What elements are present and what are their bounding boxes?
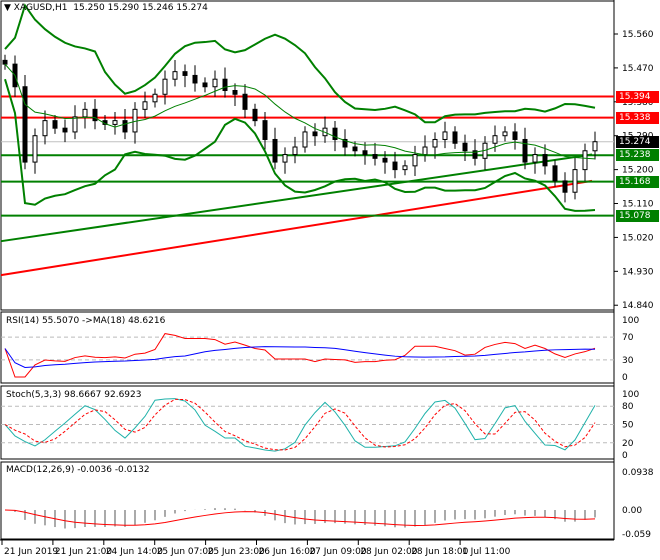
candle-body bbox=[552, 165, 558, 182]
candle-body bbox=[352, 146, 358, 152]
bollinger-lower bbox=[4, 78, 596, 212]
rsi-line bbox=[4, 333, 596, 378]
candle-body bbox=[82, 108, 88, 118]
stoch-axis-label: 0 bbox=[622, 451, 628, 461]
candle-body bbox=[272, 138, 278, 163]
collapse-triangle-icon[interactable]: ▼ bbox=[4, 3, 14, 13]
candle-body bbox=[162, 78, 168, 95]
time-tick-label: 1 Jul 11:00 bbox=[462, 547, 511, 557]
candle-body bbox=[572, 169, 578, 193]
candle-body bbox=[222, 78, 228, 92]
ohlc-values: 15.250 15.290 15.246 15.274 bbox=[73, 3, 208, 13]
candle-body bbox=[112, 120, 118, 125]
rsi-axis-label: 0 bbox=[622, 373, 628, 383]
candle-body bbox=[22, 86, 28, 163]
candle-body bbox=[292, 146, 298, 156]
time-tick-label: 27 Jun 09:00 bbox=[309, 547, 366, 557]
price-tick-label: 15.470 bbox=[622, 64, 654, 74]
time-tick-label: 25 Jun 23:00 bbox=[208, 547, 265, 557]
candle-body bbox=[252, 108, 258, 122]
stoch-axis-label: 100 bbox=[622, 390, 639, 400]
candle-body bbox=[562, 180, 568, 193]
stoch-axis-label: 50 bbox=[622, 421, 634, 431]
stoch-axis-label: 20 bbox=[622, 439, 634, 449]
candle-body bbox=[312, 131, 318, 137]
level-price-tag: 15.394 bbox=[616, 90, 659, 103]
candle-body bbox=[172, 71, 178, 80]
price-tick-label: 15.020 bbox=[622, 233, 654, 243]
time-tick-label: 26 Jun 16:00 bbox=[259, 547, 316, 557]
candle-body bbox=[62, 127, 68, 133]
current-price-tag: 15.274 bbox=[616, 135, 659, 148]
time-tick-label: 24 Jun 14:00 bbox=[106, 547, 163, 557]
candle-body bbox=[282, 154, 288, 163]
macd-axis-label: -0.059 bbox=[622, 530, 651, 540]
chart-title: ▼ XAGUSD,H1 15.250 15.290 15.246 15.274 bbox=[4, 3, 208, 13]
candle-body bbox=[492, 135, 498, 144]
candle-body bbox=[2, 59, 8, 65]
macd-legend: MACD(12,26,9) -0.0036 -0.0132 bbox=[6, 465, 150, 475]
macd-axis-label: 0.00 bbox=[622, 506, 642, 516]
time-tick-label: 25 Jun 07:00 bbox=[157, 547, 214, 557]
time-tick-label: 21 Jun 21:00 bbox=[55, 547, 112, 557]
candle-body bbox=[392, 161, 398, 171]
candle-body bbox=[122, 120, 128, 133]
rsi-axis-label: 70 bbox=[622, 333, 634, 343]
level-price-tag: 15.078 bbox=[616, 209, 659, 222]
candle-body bbox=[542, 154, 548, 167]
candle-body bbox=[232, 90, 238, 95]
candle-body bbox=[402, 165, 408, 171]
candle-body bbox=[362, 150, 368, 156]
stoch-legend: Stoch(5,3,3) 98.6667 92.6923 bbox=[6, 390, 142, 400]
level-price-tag: 15.238 bbox=[616, 149, 659, 162]
candle-body bbox=[382, 157, 388, 163]
rsi-axis-label: 100 bbox=[622, 316, 639, 326]
level-price-tag: 15.168 bbox=[616, 175, 659, 188]
candle-body bbox=[212, 78, 218, 88]
candle-body bbox=[582, 150, 588, 171]
candle-body bbox=[412, 154, 418, 167]
candle-body bbox=[262, 120, 268, 140]
price-tick-label: 15.110 bbox=[622, 200, 654, 210]
price-tick-label: 14.930 bbox=[622, 267, 654, 277]
price-tick-label: 14.840 bbox=[622, 301, 654, 311]
candle-body bbox=[182, 71, 188, 76]
candle-body bbox=[242, 93, 248, 110]
candle-body bbox=[302, 131, 308, 148]
candle-body bbox=[52, 120, 58, 129]
macd-axis-label: 0.0938 bbox=[622, 468, 654, 478]
candle-body bbox=[432, 138, 438, 148]
candle-body bbox=[452, 131, 458, 144]
price-tick-label: 15.560 bbox=[622, 30, 654, 40]
rsi-legend: RSI(14) 55.5070 ->MA(18) 48.6216 bbox=[6, 316, 166, 326]
stoch-axis-label: 80 bbox=[622, 402, 634, 412]
rsi-axis-label: 30 bbox=[622, 356, 634, 366]
candle-body bbox=[72, 116, 78, 133]
candle-body bbox=[522, 138, 528, 163]
time-tick-label: 28 Jun 02:00 bbox=[360, 547, 417, 557]
symbol-label: XAGUSD,H1 bbox=[13, 3, 68, 13]
candle-body bbox=[442, 131, 448, 140]
price-tick-label: 15.200 bbox=[622, 166, 654, 176]
candle-body bbox=[532, 154, 538, 163]
candle-body bbox=[42, 120, 48, 137]
level-price-tag: 15.338 bbox=[616, 111, 659, 124]
time-tick-label: 21 Jun 2019 bbox=[4, 547, 58, 557]
candle-body bbox=[142, 101, 148, 110]
chart-canvas[interactable]: 15.56015.47015.38015.29015.20015.11015.0… bbox=[0, 0, 660, 560]
candle-body bbox=[192, 74, 198, 84]
candle-body bbox=[202, 82, 208, 88]
candle-body bbox=[422, 146, 428, 156]
candle-body bbox=[592, 141, 598, 152]
candle-body bbox=[512, 131, 518, 140]
candle-body bbox=[462, 142, 468, 152]
candle-body bbox=[372, 154, 378, 159]
candle-body bbox=[32, 135, 38, 163]
macd-signal-line bbox=[4, 509, 596, 526]
candle-body bbox=[152, 93, 158, 103]
time-tick-label: 28 Jun 18:00 bbox=[411, 547, 468, 557]
candle-body bbox=[502, 131, 508, 137]
bollinger-upper bbox=[4, 3, 596, 124]
trading-chart-window: 15.56015.47015.38015.29015.20015.11015.0… bbox=[0, 0, 660, 560]
